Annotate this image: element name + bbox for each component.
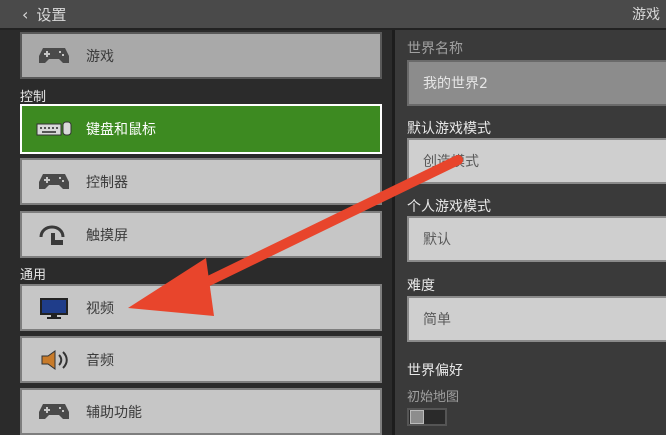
default-game-mode-dropdown[interactable]: 创造模式 (407, 138, 666, 184)
difficulty-dropdown[interactable]: 简单 (407, 296, 666, 342)
world-name-label: 世界名称 (407, 41, 463, 57)
sidebar-item-label: 游戏 (86, 48, 114, 65)
speaker-icon (36, 348, 72, 372)
personal-game-mode-dropdown[interactable]: 默认 (407, 216, 666, 262)
sidebar-item-label: 辅助功能 (86, 404, 142, 421)
monitor-icon (36, 296, 72, 320)
world-preferences-heading: 世界偏好 (407, 363, 463, 379)
gamepad-icon (36, 400, 72, 424)
sidebar-item-keyboard-mouse[interactable]: 键盘和鼠标 (20, 104, 382, 154)
world-settings-panel: 世界名称 我的世界2 默认游戏模式 创造模式 个人游戏模式 默认 难度 简单 世… (395, 30, 666, 435)
sidebar-item-controller[interactable]: 控制器 (20, 158, 382, 205)
sidebar-item-video[interactable]: 视频 (20, 284, 382, 331)
page-title: 游戏 (632, 7, 660, 23)
world-name-input[interactable]: 我的世界2 (407, 60, 666, 106)
sidebar-item-label: 键盘和鼠标 (86, 122, 156, 138)
keyboard-mouse-icon (36, 117, 72, 141)
section-title-general: 通用 (20, 268, 47, 283)
sidebar-item-label: 视频 (86, 300, 114, 317)
sidebar-item-audio[interactable]: 音频 (20, 336, 382, 383)
touch-icon (36, 223, 72, 247)
section-title-controls: 控制 (20, 90, 47, 105)
sidebar-item-accessibility[interactable]: 辅助功能 (20, 388, 382, 435)
back-button[interactable]: ‹ 设置 (22, 4, 66, 25)
back-label: 设置 (36, 6, 67, 24)
chevron-left-icon: ‹ (22, 4, 29, 24)
sidebar-item-game[interactable]: 游戏 (20, 32, 382, 79)
difficulty-label: 难度 (407, 278, 435, 294)
starting-map-label: 初始地图 (407, 390, 460, 405)
sidebar-item-label: 控制器 (86, 174, 128, 191)
starting-map-toggle[interactable] (407, 408, 447, 426)
sidebar-item-touchscreen[interactable]: 触摸屏 (20, 211, 382, 258)
personal-game-mode-label: 个人游戏模式 (407, 199, 491, 215)
gamepad-icon (36, 44, 72, 68)
default-game-mode-label: 默认游戏模式 (407, 121, 491, 137)
sidebar-item-label: 音频 (86, 352, 114, 369)
sidebar-item-label: 触摸屏 (86, 227, 128, 244)
gamepad-icon (36, 170, 72, 194)
toggle-knob (410, 410, 424, 424)
top-bar: ‹ 设置 游戏 (0, 0, 666, 30)
